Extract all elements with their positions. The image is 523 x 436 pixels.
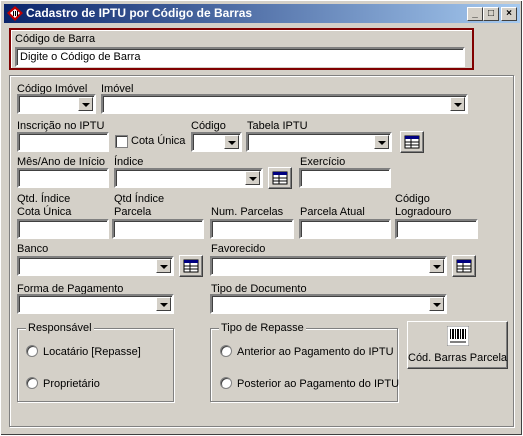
banco-lookup-button[interactable] — [179, 255, 203, 277]
chevron-down-icon[interactable] — [429, 259, 444, 273]
posterior-label: Posterior ao Pagamento do IPTU — [237, 378, 400, 390]
barcode-input[interactable]: Digite o Código de Barra — [15, 47, 465, 67]
responsavel-title: Responsável — [26, 322, 94, 334]
barcode-section: Código de Barra Digite o Código de Barra — [9, 28, 474, 70]
barcode-label: Código de Barra — [15, 33, 96, 45]
cota-unica-checkbox[interactable] — [115, 135, 128, 148]
chevron-down-icon[interactable] — [245, 171, 260, 185]
indice-label: Índice — [114, 156, 144, 168]
indice-lookup-button[interactable] — [268, 167, 292, 189]
maximize-button[interactable]: □ — [483, 7, 499, 21]
favorecido-combo[interactable] — [210, 256, 447, 276]
codigo-logradouro-label1: Código — [395, 193, 430, 205]
qtd-indice-cota-unica-label2: Cota Única — [17, 206, 72, 218]
minimize-button[interactable]: _ — [467, 7, 483, 21]
cod-barras-parcela-button[interactable]: Cód. Barras Parcela — [407, 321, 508, 369]
chevron-down-icon[interactable] — [156, 259, 171, 273]
chevron-down-icon[interactable] — [156, 297, 171, 311]
codigo-logradouro-label2: Logradouro — [395, 206, 452, 218]
inscricao-label: Inscrição no IPTU — [17, 120, 105, 132]
qtd-indice-cota-unica-label1: Qtd. Índice — [17, 193, 71, 205]
anterior-label: Anterior ao Pagamento do IPTU — [237, 346, 394, 358]
chevron-down-icon[interactable] — [78, 97, 93, 111]
qtd-indice-parcela-input[interactable] — [112, 219, 204, 239]
qtd-indice-cota-unica-input[interactable] — [17, 219, 109, 239]
tabela-iptu-label: Tabela IPTU — [247, 120, 308, 132]
tipo-documento-combo[interactable] — [210, 294, 447, 314]
mes-ano-inicio-label: Mês/Ano de Início — [17, 156, 106, 168]
banco-label: Banco — [17, 243, 49, 255]
num-parcelas-label: Num. Parcelas — [211, 206, 284, 218]
favorecido-lookup-button[interactable] — [452, 255, 476, 277]
title-bar[interactable]: Cadastro de IPTU por Código de Barras — [4, 4, 520, 23]
parcela-atual-input[interactable] — [299, 219, 391, 239]
qtd-indice-parcela-label2: Parcela — [114, 206, 152, 218]
chevron-down-icon[interactable] — [429, 297, 444, 311]
qtd-indice-parcela-label1: Qtd Índice — [114, 193, 165, 205]
close-button[interactable]: × — [501, 7, 517, 21]
barcode-icon — [447, 326, 469, 346]
locatario-label: Locatário [Repasse] — [43, 346, 141, 358]
tipo-repasse-group: Tipo de Repasse — [210, 322, 398, 402]
tipo-repasse-title: Tipo de Repasse — [219, 322, 306, 334]
codigo-combo[interactable] — [191, 132, 242, 152]
tabela-iptu-lookup-button[interactable] — [400, 131, 424, 153]
inscricao-input[interactable] — [17, 132, 109, 152]
table-lookup-icon — [183, 259, 199, 273]
cod-barras-parcela-label: Cód. Barras Parcela — [408, 352, 508, 364]
locatario-radio[interactable] — [26, 345, 38, 357]
proprietario-radio[interactable] — [26, 377, 38, 389]
anterior-radio[interactable] — [220, 345, 232, 357]
exercicio-label: Exercício — [300, 156, 346, 168]
codigo-logradouro-input[interactable] — [395, 219, 478, 239]
imovel-combo[interactable] — [101, 94, 468, 114]
parcela-atual-label: Parcela Atual — [300, 206, 365, 218]
responsavel-group: Responsável — [17, 322, 174, 402]
table-lookup-icon — [404, 135, 420, 149]
codigo-label: Código — [191, 120, 226, 132]
favorecido-label: Favorecido — [211, 243, 266, 255]
table-lookup-icon — [456, 259, 472, 273]
forma-pagamento-combo[interactable] — [17, 294, 174, 314]
codigo-imovel-combo[interactable] — [17, 94, 96, 114]
num-parcelas-input[interactable] — [210, 219, 294, 239]
posterior-radio[interactable] — [220, 377, 232, 389]
chevron-down-icon[interactable] — [374, 135, 389, 149]
exercicio-input[interactable] — [299, 168, 391, 188]
proprietario-label: Proprietário — [43, 378, 100, 390]
chevron-down-icon[interactable] — [450, 97, 465, 111]
table-lookup-icon — [272, 171, 288, 185]
main-window: Cadastro de IPTU por Código de Barras _ … — [0, 0, 523, 436]
chevron-down-icon[interactable] — [224, 135, 239, 149]
tabela-iptu-combo[interactable] — [246, 132, 392, 152]
mes-ano-inicio-input[interactable] — [17, 168, 109, 188]
cota-unica-label: Cota Única — [131, 135, 186, 147]
barcode-app-icon — [7, 6, 23, 21]
banco-combo[interactable] — [17, 256, 174, 276]
indice-combo[interactable] — [114, 168, 263, 188]
window-title: Cadastro de IPTU por Código de Barras — [26, 6, 253, 20]
